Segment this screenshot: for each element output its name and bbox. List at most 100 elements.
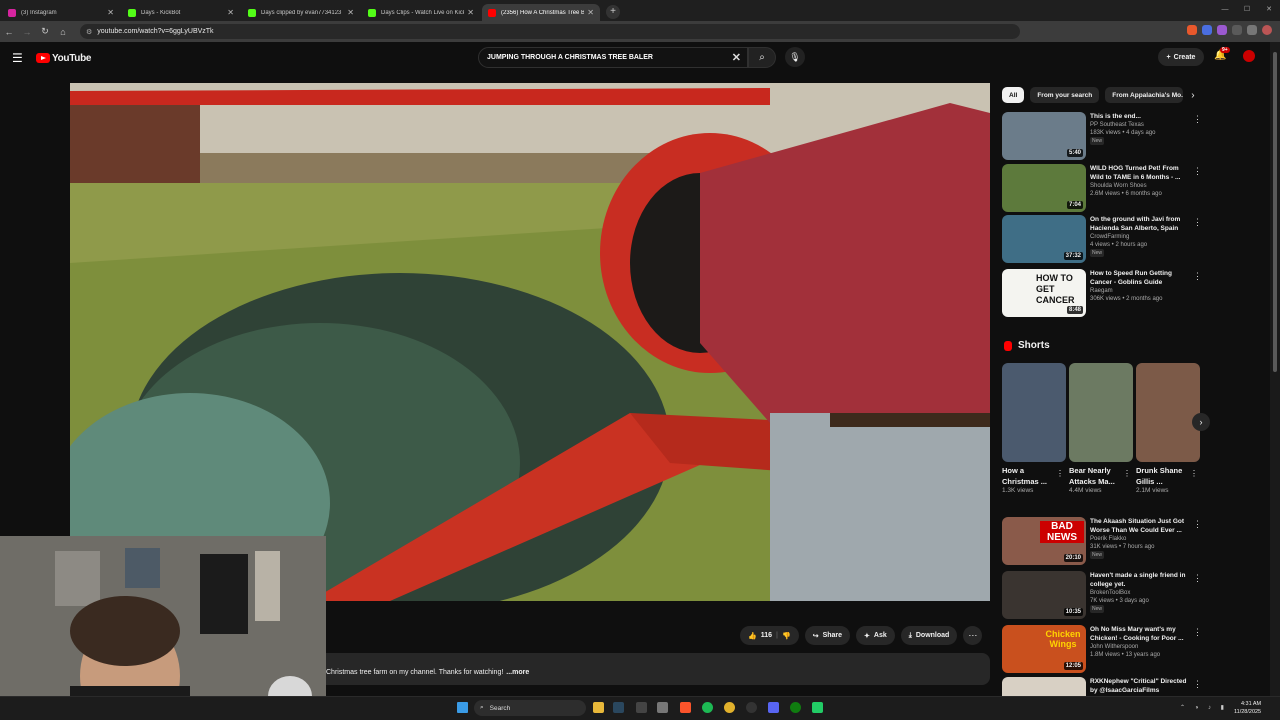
more-vert-icon[interactable]: ⋮ bbox=[1193, 679, 1202, 690]
more-vert-icon[interactable]: ⋮ bbox=[1193, 627, 1202, 638]
new-tab-button[interactable]: + bbox=[606, 5, 620, 19]
url-field[interactable]: ⚙ youtube.com/watch?v=6ggLyUBVzTk bbox=[80, 24, 1020, 39]
show-more-link[interactable]: ...more bbox=[506, 669, 529, 676]
related-video-item[interactable]: 10:35 Haven't made a single friend in co… bbox=[1002, 571, 1202, 621]
short-title[interactable]: How a Christmas ... bbox=[1002, 465, 1058, 487]
more-vert-icon[interactable]: ⋮ bbox=[1193, 114, 1202, 125]
chevron-right-icon[interactable]: › bbox=[1191, 90, 1194, 101]
video-title[interactable]: The Akaash Situation Just Got Worse Than… bbox=[1090, 517, 1194, 535]
close-window-icon[interactable]: ✕ bbox=[1258, 0, 1280, 20]
channel-name[interactable]: BrokenToolBox bbox=[1090, 589, 1194, 597]
video-player[interactable] bbox=[70, 83, 990, 601]
spotify-icon[interactable] bbox=[702, 702, 713, 713]
clear-search-icon[interactable]: ✕ bbox=[732, 51, 741, 64]
close-tab-icon[interactable]: ✕ bbox=[467, 8, 474, 17]
channel-name[interactable]: Raegam bbox=[1090, 287, 1194, 295]
minimize-icon[interactable]: — bbox=[1214, 0, 1236, 20]
tab-days-clipped[interactable]: Days clipped by evan7734123 ✕ bbox=[242, 4, 360, 21]
chip-from-channel[interactable]: From Appalachia's Mo... bbox=[1105, 87, 1184, 103]
taskbar-clock[interactable]: 4:31 AM 11/28/2025 bbox=[1234, 700, 1261, 716]
brave-icon[interactable] bbox=[680, 702, 691, 713]
discord-icon[interactable] bbox=[768, 702, 779, 713]
video-thumbnail[interactable]: BAD NEWS 20:10 bbox=[1002, 517, 1086, 565]
close-tab-icon[interactable]: ✕ bbox=[347, 8, 354, 17]
video-title[interactable]: RXKNephew "Critical" Directed by @IsaacG… bbox=[1090, 677, 1194, 695]
thumbs-down-icon[interactable]: 👎 bbox=[782, 632, 791, 640]
tab-kickbot[interactable]: Days - KickBot ✕ bbox=[122, 4, 240, 21]
video-thumbnail[interactable] bbox=[1002, 677, 1086, 696]
search-input[interactable]: JUMPING THROUGH A CHRISTMAS TREE BALER ✕ bbox=[478, 47, 748, 68]
related-video-item[interactable]: HOW TO GET CANCER 8:48 How to Speed Run … bbox=[1002, 269, 1202, 319]
more-vert-icon[interactable]: ⋮ bbox=[1193, 573, 1202, 584]
ask-button[interactable]: ✦ Ask bbox=[856, 626, 895, 645]
extension-icon[interactable] bbox=[1217, 25, 1227, 35]
extension-icon[interactable] bbox=[1247, 25, 1257, 35]
extension-icon[interactable] bbox=[1232, 25, 1242, 35]
file-explorer-icon[interactable] bbox=[593, 702, 604, 713]
back-icon[interactable]: ← bbox=[0, 27, 18, 37]
voice-search-button[interactable]: 🎙 bbox=[785, 47, 805, 67]
channel-name[interactable]: Poerik Flakko bbox=[1090, 535, 1194, 543]
chrome-icon[interactable] bbox=[724, 702, 735, 713]
like-button[interactable]: 👍 116 | 👎 bbox=[740, 626, 799, 645]
more-vert-icon[interactable]: ⋮ bbox=[1190, 469, 1198, 478]
video-title[interactable]: How to Speed Run Getting Cancer - Goblin… bbox=[1090, 269, 1194, 287]
more-vert-icon[interactable]: ⋮ bbox=[1193, 217, 1202, 228]
channel-name[interactable]: Shoulda Worn Shoes bbox=[1090, 182, 1194, 190]
more-vert-icon[interactable]: ⋮ bbox=[1193, 166, 1202, 177]
related-video-item[interactable]: RXKNephew "Critical" Directed by @IsaacG… bbox=[1002, 677, 1202, 696]
video-thumbnail[interactable]: 10:35 bbox=[1002, 571, 1086, 619]
download-button[interactable]: ⤓ Download bbox=[900, 626, 958, 645]
video-title[interactable]: On the ground with Javi from Hacienda Sa… bbox=[1090, 215, 1194, 233]
more-vert-icon[interactable]: ⋮ bbox=[1193, 519, 1202, 530]
home-icon[interactable]: ⌂ bbox=[54, 27, 72, 37]
profile-avatar-icon[interactable] bbox=[1262, 25, 1272, 35]
short-title[interactable]: Bear Nearly Attacks Ma... bbox=[1069, 465, 1125, 487]
channel-name[interactable]: PP Southeast Texas bbox=[1090, 121, 1194, 129]
tab-instagram[interactable]: (3) Instagram ✕ bbox=[2, 4, 120, 21]
video-thumbnail[interactable]: Chicken Wings 12:05 bbox=[1002, 625, 1086, 673]
video-title[interactable]: WILD HOG Turned Pet! From Wild to TAME i… bbox=[1090, 164, 1194, 182]
short-thumbnail[interactable] bbox=[1136, 363, 1200, 462]
page-scrollbar[interactable] bbox=[1270, 42, 1280, 696]
extension-icon[interactable] bbox=[1187, 25, 1197, 35]
shorts-next-button[interactable]: › bbox=[1192, 413, 1210, 431]
short-title[interactable]: Drunk Shane Gillis ... bbox=[1136, 465, 1192, 487]
tab-days-clips-kick[interactable]: Days Clips - Watch Live on Kick ✕ bbox=[362, 4, 480, 21]
youtube-logo[interactable]: YouTube bbox=[36, 53, 92, 64]
create-button[interactable]: + Create bbox=[1158, 48, 1204, 66]
related-video-item[interactable]: 7:04 WILD HOG Turned Pet! From Wild to T… bbox=[1002, 164, 1202, 214]
xbox-icon[interactable] bbox=[790, 702, 801, 713]
steam-icon[interactable] bbox=[613, 702, 624, 713]
more-vert-icon[interactable]: ⋮ bbox=[1056, 469, 1064, 478]
close-tab-icon[interactable]: ✕ bbox=[227, 8, 234, 17]
maximize-icon[interactable]: ☐ bbox=[1236, 0, 1258, 20]
related-video-item[interactable]: Chicken Wings 12:05 Oh No Miss Mary want… bbox=[1002, 625, 1202, 675]
more-vert-icon[interactable]: ⋮ bbox=[1123, 469, 1131, 478]
channel-name[interactable]: CrowdFarming bbox=[1090, 233, 1194, 241]
video-title[interactable]: Oh No Miss Mary want's my Chicken! - Coo… bbox=[1090, 625, 1194, 643]
search-button[interactable]: ⌕ bbox=[748, 47, 776, 68]
related-video-item[interactable]: 37:32 On the ground with Javi from Hacie… bbox=[1002, 215, 1202, 265]
related-video-item[interactable]: BAD NEWS 20:10 The Akaash Situation Just… bbox=[1002, 517, 1202, 567]
notifications-button[interactable]: 🔔 9+ bbox=[1214, 47, 1230, 61]
terminal-icon[interactable] bbox=[636, 702, 647, 713]
more-actions-button[interactable]: ⋯ bbox=[963, 626, 983, 645]
video-thumbnail[interactable]: 7:04 bbox=[1002, 164, 1086, 212]
forward-icon[interactable]: → bbox=[18, 27, 36, 37]
short-thumbnail[interactable] bbox=[1002, 363, 1066, 462]
more-vert-icon[interactable]: ⋮ bbox=[1193, 271, 1202, 282]
scrollbar-thumb[interactable] bbox=[1273, 52, 1277, 372]
chip-from-your-search[interactable]: From your search bbox=[1030, 87, 1100, 103]
system-tray-icons[interactable]: ⌃ ◑ ♪ ▮ bbox=[1180, 704, 1228, 711]
video-title[interactable]: This is the end... bbox=[1090, 112, 1194, 121]
short-thumbnail[interactable] bbox=[1069, 363, 1133, 462]
account-avatar[interactable] bbox=[1243, 50, 1255, 62]
share-button[interactable]: ↪ Share bbox=[804, 626, 851, 645]
tab-youtube-active[interactable]: (2356) How A Christmas Tree Ba ✕ bbox=[482, 4, 600, 21]
obs-icon[interactable] bbox=[746, 702, 757, 713]
related-video-item[interactable]: 5:40 This is the end... PP Southeast Texa… bbox=[1002, 112, 1202, 162]
taskbar-search[interactable]: ⌕ Search bbox=[474, 700, 586, 716]
video-thumbnail[interactable]: 37:32 bbox=[1002, 215, 1086, 263]
video-title[interactable]: Haven't made a single friend in college … bbox=[1090, 571, 1194, 589]
